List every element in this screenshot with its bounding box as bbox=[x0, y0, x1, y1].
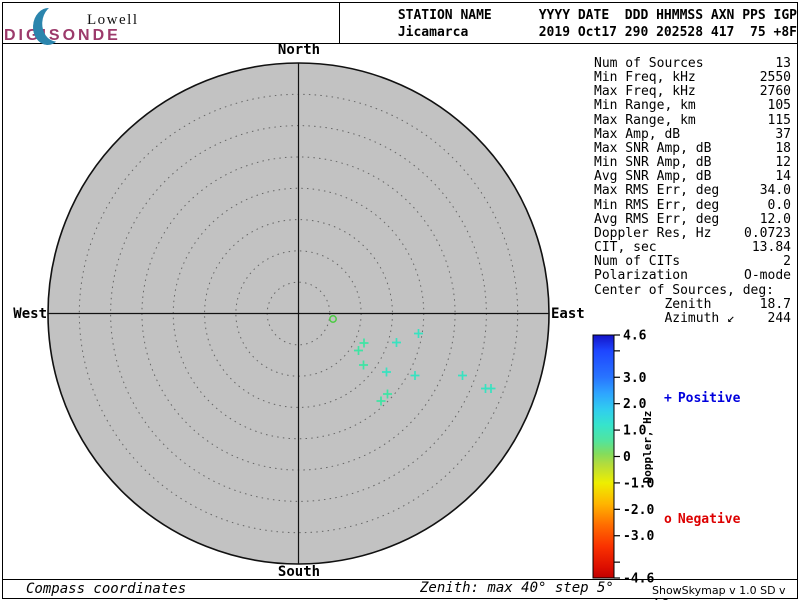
stat-label: CIT, sec bbox=[594, 240, 657, 256]
stat-row: Max RMS Err, deg 34.0 bbox=[594, 184, 791, 198]
footer-coordinates-note: Compass coordinates bbox=[26, 581, 187, 597]
colorbar-tick-label: -4.6 bbox=[623, 572, 654, 587]
stat-label: Num of CITs bbox=[594, 254, 681, 270]
stat-value: 2760 bbox=[759, 84, 791, 100]
stat-value: 2550 bbox=[759, 70, 791, 86]
doppler-colorbar: 4.63.02.01.00-1.0-2.0-3.0-4.6Doppler, Hz bbox=[592, 329, 654, 587]
stat-row: Doppler Res, Hz 0.0723 bbox=[594, 225, 791, 241]
stat-value: 13 bbox=[775, 56, 791, 71]
colorbar-tick-label: -3.0 bbox=[623, 529, 654, 544]
stat-label: Max SNR Amp, dB bbox=[594, 140, 712, 156]
compass-label-west: West bbox=[13, 306, 47, 322]
stat-label: Zenith bbox=[594, 296, 712, 312]
stat-row: Max Freq, kHz 2760 bbox=[594, 85, 791, 99]
stat-value: 18 bbox=[775, 140, 791, 156]
stat-value: O-mode bbox=[744, 268, 791, 284]
stat-row: Min SNR Amp, dB 12 bbox=[594, 155, 791, 171]
stat-row: Avg SNR Amp, dB 14 bbox=[594, 170, 791, 184]
stat-label: Min SNR Amp, dB bbox=[594, 155, 712, 171]
stat-value: 105 bbox=[767, 98, 791, 114]
stat-label: Polarization bbox=[594, 268, 688, 284]
stat-label: Azimuth ↙ bbox=[594, 310, 735, 326]
stat-label: Max RMS Err, deg bbox=[594, 183, 720, 199]
stat-row: Max SNR Amp, dB 18 bbox=[594, 140, 791, 156]
stat-row: Max Amp, dB 37 bbox=[594, 126, 791, 142]
stat-value: 37 bbox=[775, 126, 791, 142]
compass-label-north: North bbox=[277, 42, 321, 58]
stat-label: Doppler Res, Hz bbox=[594, 225, 712, 241]
stat-value: 14 bbox=[775, 169, 791, 185]
stat-value: 0.0723 bbox=[744, 225, 791, 241]
colorbar-tick-label: 0 bbox=[623, 450, 631, 465]
stat-label: Min RMS Err, deg bbox=[594, 197, 720, 213]
stat-row: CIT, sec 13.84 bbox=[594, 240, 791, 256]
colorbar-tick-label: 2.0 bbox=[623, 397, 647, 412]
stat-label: Min Freq, kHz bbox=[594, 70, 696, 86]
compass-label-east: East bbox=[551, 306, 585, 322]
stat-value: 13.84 bbox=[751, 240, 791, 256]
stat-row: Min Range, km 105 bbox=[594, 99, 791, 113]
stat-row: Azimuth ↙ 244 bbox=[594, 310, 791, 326]
stat-row: Num of CITs 2 bbox=[594, 255, 791, 269]
stat-label: Min Range, km bbox=[594, 98, 696, 114]
stat-label: Avg SNR Amp, dB bbox=[594, 169, 712, 185]
stat-row: Avg RMS Err, deg 12.0 bbox=[594, 211, 791, 227]
stat-label: Max Amp, dB bbox=[594, 126, 681, 142]
colorbar-tick-label: 3.0 bbox=[623, 371, 647, 386]
colorbar-tick-label: 4.6 bbox=[623, 329, 647, 344]
stat-label: Num of Sources bbox=[594, 56, 704, 71]
stat-value: 244 bbox=[767, 310, 791, 326]
stat-row: Min Freq, kHz 2550 bbox=[594, 71, 791, 85]
stat-row: Zenith 18.7 bbox=[594, 296, 791, 312]
stat-value: 0.0 bbox=[767, 197, 791, 213]
stat-value: 18.7 bbox=[759, 296, 791, 312]
colorbar-title: Doppler, Hz bbox=[641, 411, 654, 484]
stat-value: 12 bbox=[775, 155, 791, 171]
stat-row: Min RMS Err, deg 0.0 bbox=[594, 197, 791, 213]
stat-value: 115 bbox=[767, 112, 791, 128]
colorbar-gradient bbox=[592, 334, 615, 579]
stat-value: 2 bbox=[783, 254, 791, 270]
stat-label: Max Freq, kHz bbox=[594, 84, 696, 100]
compass-label-south: South bbox=[277, 564, 321, 580]
stat-label: Max Range, km bbox=[594, 112, 696, 128]
colorbar-tick-label: -2.0 bbox=[623, 503, 654, 518]
stat-row: Polarization O-mode bbox=[594, 269, 791, 283]
stat-value: 34.0 bbox=[759, 183, 791, 199]
stat-row: Num of Sources 13 bbox=[594, 56, 791, 71]
stat-value: 12.0 bbox=[759, 211, 791, 227]
stat-row: Center of Sources, deg: bbox=[594, 282, 791, 298]
stat-label: Center of Sources, deg: bbox=[594, 282, 775, 298]
stat-row: Max Range, km 115 bbox=[594, 112, 791, 128]
showskymap-window: Lowell DIGISONDE STATION NAME YYYY DATE … bbox=[0, 0, 800, 600]
stat-label: Avg RMS Err, deg bbox=[594, 211, 720, 227]
stats-panel: Num of Sources 13 Min Freq, kHz 2550 Max Fre… bbox=[594, 56, 791, 326]
